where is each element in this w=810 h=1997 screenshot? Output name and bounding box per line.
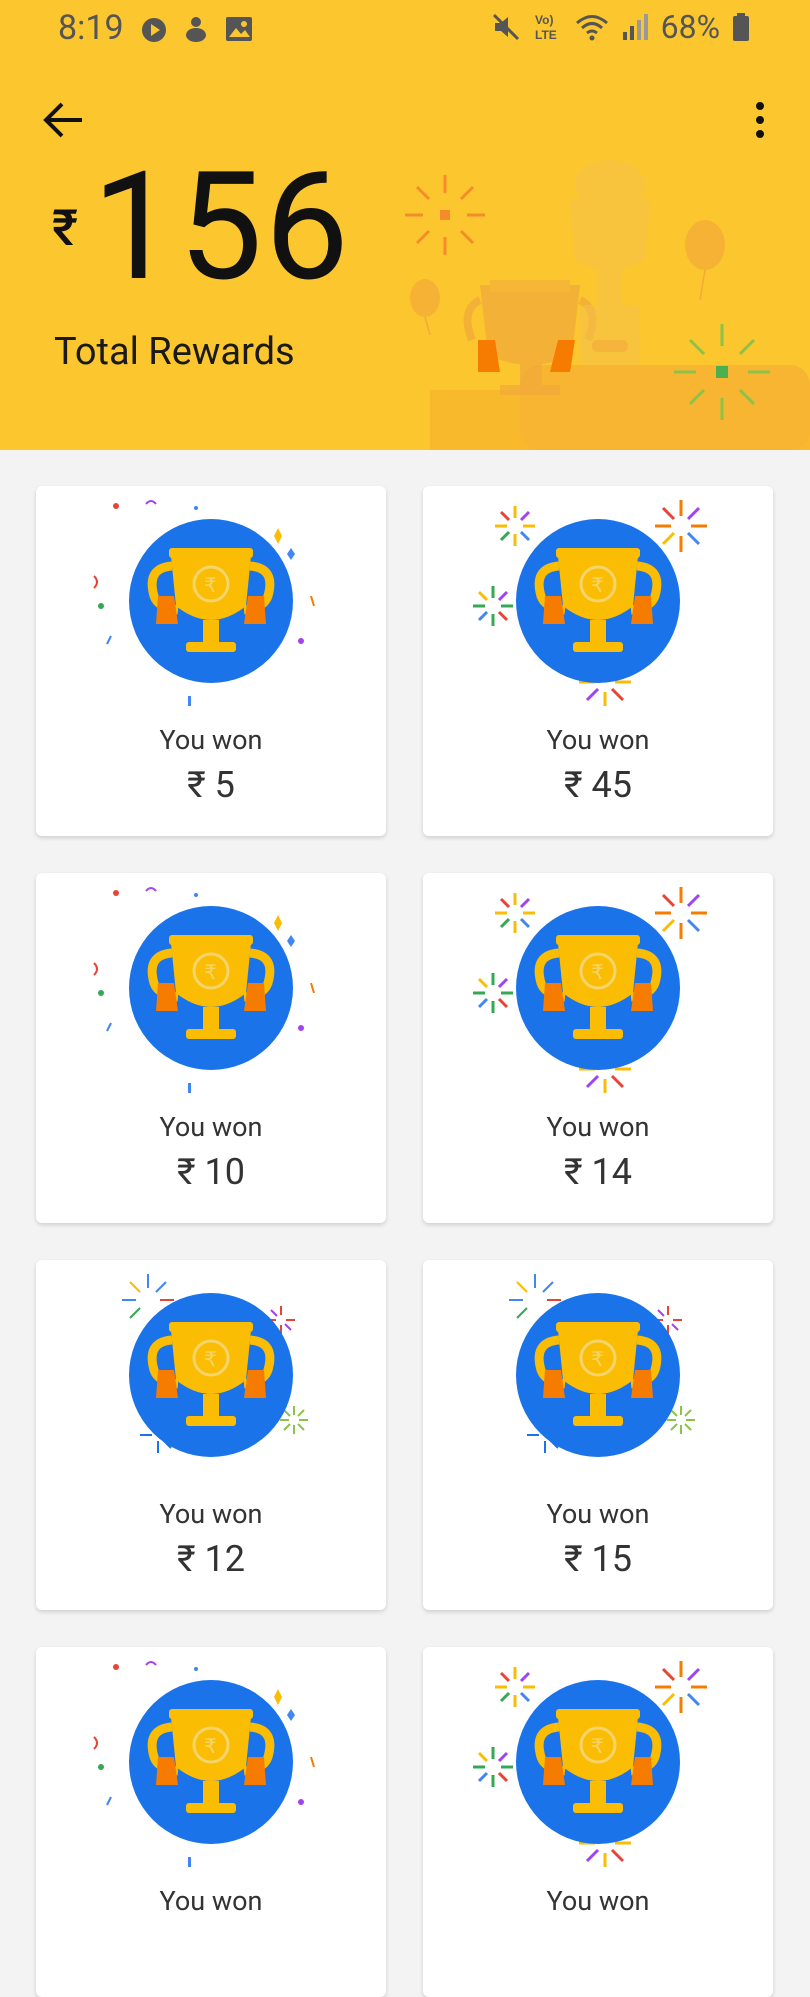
battery-percentage: 68% bbox=[660, 8, 720, 46]
reward-card[interactable]: ₹ You won bbox=[36, 1647, 386, 1997]
trophy-icon: ₹ bbox=[93, 500, 315, 706]
reward-label: You won bbox=[159, 1498, 263, 1530]
svg-text:₹: ₹ bbox=[591, 962, 604, 984]
reward-amount: ₹ 5 bbox=[187, 764, 235, 806]
trophy-icon: ₹ bbox=[93, 887, 315, 1093]
wifi-icon bbox=[575, 15, 608, 41]
reward-card[interactable]: ₹ You won ₹ 12 bbox=[36, 1260, 386, 1610]
reward-card[interactable]: ₹ You won bbox=[423, 1647, 773, 1997]
volte-icon: Vo) LTE bbox=[535, 13, 557, 42]
reward-label: You won bbox=[546, 1885, 650, 1917]
svg-text:₹: ₹ bbox=[204, 1349, 217, 1371]
svg-text:₹: ₹ bbox=[591, 1349, 604, 1371]
signal-icon bbox=[622, 14, 648, 40]
svg-text:₹: ₹ bbox=[204, 575, 217, 597]
notification-app-icon bbox=[186, 17, 206, 42]
reward-card[interactable]: ₹ You won ₹ 5 bbox=[36, 486, 386, 836]
mute-icon bbox=[492, 13, 519, 41]
reward-amount: ₹ 14 bbox=[563, 1151, 632, 1193]
reward-amount: ₹ 45 bbox=[563, 764, 632, 806]
gallery-icon bbox=[226, 17, 252, 41]
reward-amount: ₹ 12 bbox=[176, 1538, 245, 1580]
total-rewards-amount: 156 bbox=[92, 139, 351, 315]
back-arrow-icon[interactable] bbox=[38, 94, 90, 146]
reward-label: You won bbox=[546, 1498, 650, 1530]
battery-icon bbox=[733, 13, 749, 41]
reward-card[interactable]: ₹ You won ₹ 14 bbox=[423, 873, 773, 1223]
svg-text:LTE: LTE bbox=[535, 28, 557, 42]
total-currency-symbol: ₹ bbox=[52, 200, 79, 258]
reward-label: You won bbox=[546, 724, 650, 756]
trophy-icon: ₹ bbox=[473, 1661, 707, 1867]
total-rewards-label: Total Rewards bbox=[54, 330, 295, 374]
reward-label: You won bbox=[159, 1885, 263, 1917]
trophy-illustration bbox=[405, 160, 810, 450]
status-bar: 8:19 Vo) LTE 68% bbox=[0, 0, 810, 56]
trophy-icon: ₹ bbox=[122, 1274, 308, 1457]
reward-card[interactable]: ₹ You won ₹ 10 bbox=[36, 873, 386, 1223]
reward-label: You won bbox=[159, 1111, 263, 1143]
trophy-icon: ₹ bbox=[473, 887, 707, 1093]
play-icon bbox=[142, 18, 166, 42]
reward-amount: ₹ 10 bbox=[176, 1151, 245, 1193]
svg-text:₹: ₹ bbox=[204, 1736, 217, 1758]
svg-text:₹: ₹ bbox=[204, 962, 217, 984]
svg-text:₹: ₹ bbox=[591, 575, 604, 597]
reward-label: You won bbox=[546, 1111, 650, 1143]
svg-text:₹: ₹ bbox=[591, 1736, 604, 1758]
trophy-icon: ₹ bbox=[473, 500, 707, 706]
reward-label: You won bbox=[159, 724, 263, 756]
status-time: 8:19 bbox=[58, 8, 124, 48]
reward-card[interactable]: ₹ You won ₹ 45 bbox=[423, 486, 773, 836]
trophy-icon: ₹ bbox=[93, 1661, 315, 1867]
reward-card[interactable]: ₹ You won ₹ 15 bbox=[423, 1260, 773, 1610]
reward-amount: ₹ 15 bbox=[563, 1538, 632, 1580]
svg-text:Vo): Vo) bbox=[535, 13, 553, 27]
trophy-icon: ₹ bbox=[509, 1274, 695, 1457]
rewards-header: 8:19 Vo) LTE 68% ₹ 156 Total Rewards bbox=[0, 0, 810, 450]
